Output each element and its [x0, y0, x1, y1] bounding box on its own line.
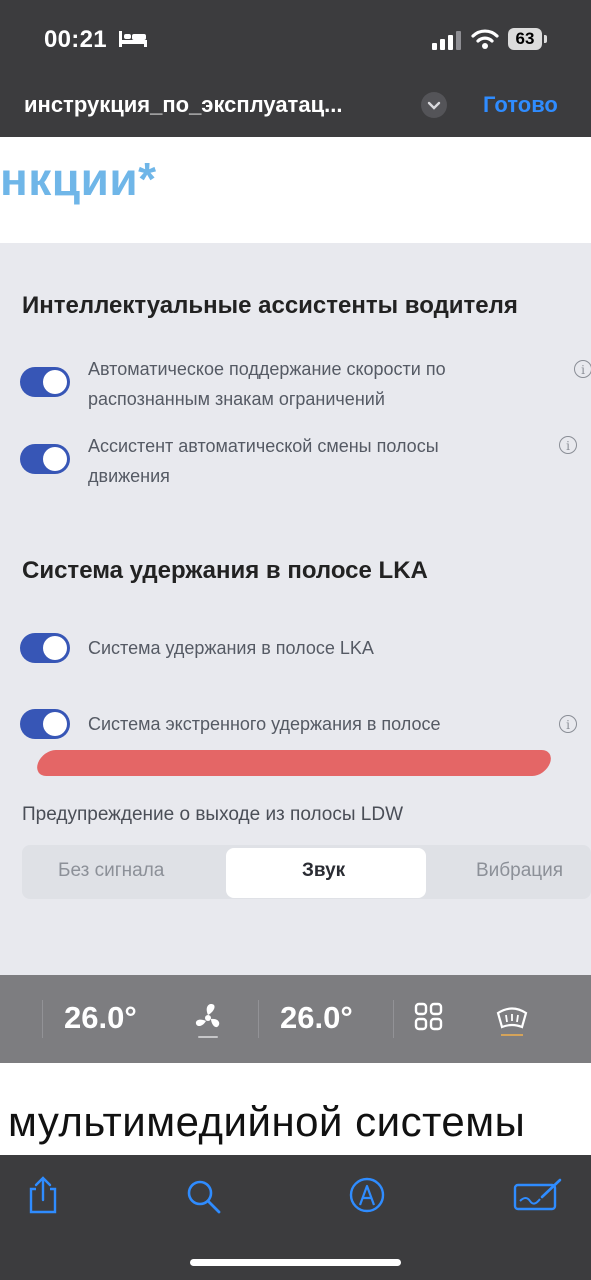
section-title-lka: Система удержания в полосе LKA: [22, 557, 428, 584]
item-lane-change-line1: Ассистент автоматической смены полосы: [88, 436, 439, 456]
item-lka-label: Система удержания в полосе LKA: [88, 638, 374, 658]
ldw-option-vibration[interactable]: Вибрация: [476, 860, 563, 882]
markup-icon[interactable]: [348, 1176, 386, 1214]
done-button[interactable]: Готово: [483, 92, 558, 118]
battery-tip: [544, 35, 547, 43]
chevron-down-icon[interactable]: [421, 92, 447, 118]
defrost-icon: [496, 1007, 528, 1036]
document-heading: нкции*: [0, 153, 157, 205]
document-body-text: мультимедийной системы: [8, 1098, 526, 1145]
home-indicator[interactable]: [190, 1259, 401, 1266]
grid-icon: [414, 1002, 443, 1031]
document-title: инструкция_по_эксплуатац...: [24, 92, 343, 117]
share-icon[interactable]: [26, 1175, 60, 1215]
item-speed-limit-line2: распознанным знакам ограничений: [88, 389, 385, 409]
info-icon[interactable]: i: [559, 715, 577, 733]
ldw-label: Предупреждение о выходе из полосы LDW: [22, 804, 404, 825]
signature-icon[interactable]: [512, 1177, 564, 1213]
item-lane-change-line2: движения: [88, 466, 170, 486]
toggle-lka[interactable]: [20, 633, 70, 663]
divider: [393, 1000, 394, 1038]
battery-icon: 63: [508, 28, 542, 50]
signal-icon: [432, 31, 461, 50]
info-icon[interactable]: i: [559, 436, 577, 454]
bed-icon: [119, 31, 147, 47]
toggle-speed-limit-assist[interactable]: [20, 367, 70, 397]
toggle-emergency-lka[interactable]: [20, 709, 70, 739]
status-time: 00:21: [44, 26, 107, 53]
red-highlight-mark: [33, 750, 555, 776]
temp-right: 26.0°: [280, 1000, 353, 1035]
info-icon[interactable]: i: [574, 360, 591, 378]
fan-icon: [195, 1004, 220, 1038]
divider: [258, 1000, 259, 1038]
ldw-option-none[interactable]: Без сигнала: [58, 860, 164, 882]
divider: [42, 1000, 43, 1038]
temp-left: 26.0°: [64, 1000, 137, 1035]
wifi-icon: [471, 29, 499, 49]
item-emergency-lka-label: Система экстренного удержания в полосе: [88, 714, 441, 734]
item-speed-limit-line1: Автоматическое поддержание скорости по: [88, 359, 446, 379]
search-icon[interactable]: [185, 1178, 223, 1216]
ldw-option-sound[interactable]: Звук: [302, 860, 345, 882]
toggle-lane-change-assist[interactable]: [20, 444, 70, 474]
section-title-assistants: Интеллектуальные ассистенты водителя: [22, 292, 518, 319]
